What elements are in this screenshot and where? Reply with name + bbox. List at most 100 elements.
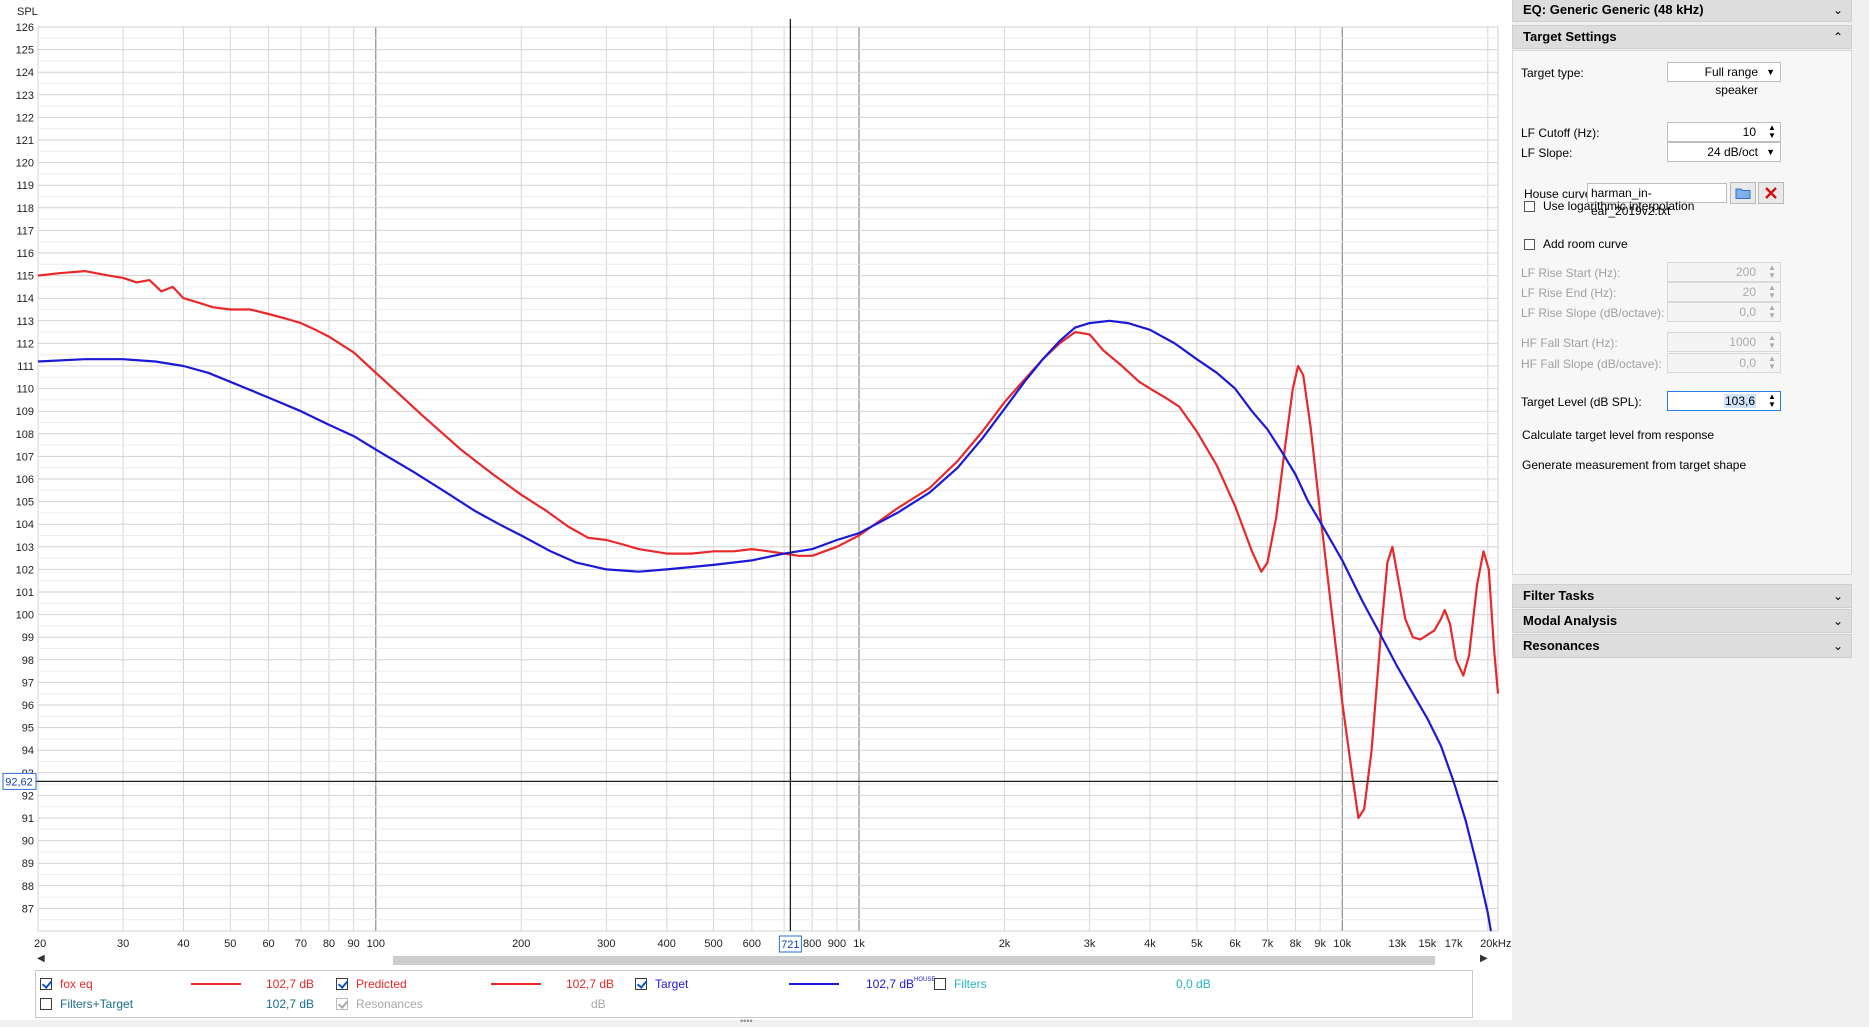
legend-item-fox-eq[interactable]: fox eq <box>40 974 93 994</box>
side-panel: EQ: Generic Generic (48 kHz) ⌄ Target Se… <box>1512 0 1869 1027</box>
spin-arrows-icon[interactable]: ▲ ▼ <box>1767 124 1777 140</box>
scroll-left-icon[interactable]: ◀ <box>37 953 45 964</box>
target-type-select[interactable]: Full range speaker ▼ <box>1667 62 1781 97</box>
scroll-thumb[interactable] <box>393 956 1435 965</box>
fox-eq-checkbox[interactable] <box>40 978 52 990</box>
target-settings-panel: Target type: Full range speaker ▼ LF Cut… <box>1512 50 1852 575</box>
modal-analysis-header[interactable]: Modal Analysis ⌄ <box>1512 609 1852 633</box>
resize-grip[interactable]: •••• <box>0 1016 1512 1027</box>
x-tick-label: 300 <box>597 938 615 950</box>
y-tick-label: 89 <box>22 858 34 870</box>
legend-item-predicted[interactable]: Predicted <box>336 974 407 994</box>
x-tick-label: 15k <box>1419 938 1437 950</box>
lf-slope-value: 24 dB/oct <box>1707 145 1758 159</box>
lf-cutoff-value: 10 <box>1742 125 1756 139</box>
y-tick-label: 97 <box>22 677 34 689</box>
lf-rise-start-value: 200 <box>1735 265 1756 279</box>
legend-label-filters: Filters <box>954 977 987 991</box>
log-interp-checkbox[interactable]: Use logarithmic interpolation <box>1524 199 1694 213</box>
chevron-down-icon: ⌄ <box>1832 3 1843 17</box>
y-tick-label: 102 <box>16 564 34 576</box>
legend-swatch-target <box>789 983 839 985</box>
resonances-header[interactable]: Resonances ⌄ <box>1512 634 1852 658</box>
predicted-checkbox[interactable] <box>336 978 348 990</box>
y-tick-label: 122 <box>16 112 34 124</box>
x-tick-label: 100 <box>367 938 385 950</box>
legend-panel: fox eq 102,7 dB Predicted 102,7 dB Targe… <box>35 970 1473 1018</box>
y-tick-label: 96 <box>22 700 34 712</box>
y-tick-label: 113 <box>16 316 34 328</box>
add-room-box[interactable] <box>1524 238 1535 250</box>
y-axis-label: SPL <box>17 6 38 18</box>
calculate-target-level-button[interactable]: Calculate target level from response <box>1522 428 1714 442</box>
target-level-value[interactable]: 103,6 <box>1723 394 1756 408</box>
y-tick-label: 110 <box>16 384 34 396</box>
lf-cutoff-label: LF Cutoff (Hz): <box>1521 126 1600 140</box>
filter-tasks-header[interactable]: Filter Tasks ⌄ <box>1512 584 1852 608</box>
y-tick-label: 125 <box>16 45 34 57</box>
y-tick-label: 115 <box>16 271 34 283</box>
lf-rise-slope-value: 0,0 <box>1739 305 1756 319</box>
y-tick-label: 116 <box>16 248 34 260</box>
lf-cutoff-spinner[interactable]: 10 ▲ ▼ <box>1667 122 1781 142</box>
x-tick-label: 30 <box>117 938 129 950</box>
legend-value-fox-eq: 102,7 dB <box>266 977 315 991</box>
clear-house-curve-button[interactable] <box>1758 182 1784 204</box>
x-tick-label: 17k <box>1445 938 1463 950</box>
open-folder-button[interactable] <box>1730 182 1756 204</box>
y-tick-label: 99 <box>22 632 34 644</box>
x-tick-label: 900 <box>828 938 846 950</box>
log-interp-label: Use logarithmic interpolation <box>1543 199 1695 213</box>
hf-fall-start-label: HF Fall Start (Hz): <box>1521 336 1618 350</box>
chevron-up-icon: ⌃ <box>1832 30 1843 44</box>
folder-icon <box>1735 188 1751 199</box>
y-tick-label: 108 <box>16 429 34 441</box>
y-tick-label: 120 <box>16 158 34 170</box>
lf-slope-label: LF Slope: <box>1521 146 1573 160</box>
target-level-spinner[interactable]: 103,6 ▲ ▼ <box>1667 391 1781 411</box>
x-tick-label: 800 <box>803 938 821 950</box>
spin-arrows-icon[interactable]: ▲ ▼ <box>1767 393 1777 409</box>
y-tick-label: 92 <box>22 790 34 802</box>
y-tick-label: 101 <box>16 587 34 599</box>
target-checkbox[interactable] <box>635 978 647 990</box>
add-room-curve-checkbox[interactable]: Add room curve <box>1524 237 1628 251</box>
x-tick-label: 60 <box>262 938 274 950</box>
frequency-response-plot[interactable]: 8788899091929394959697989910010110210310… <box>0 0 1512 960</box>
legend-item-filters-target[interactable]: Filters+Target <box>40 994 133 1014</box>
eq-section-header[interactable]: EQ: Generic Generic (48 kHz) ⌄ <box>1512 0 1852 22</box>
x-tick-label: 40 <box>177 938 189 950</box>
scroll-right-icon[interactable]: ▶ <box>1480 953 1488 964</box>
x-tick-label: 1k <box>853 938 865 950</box>
y-tick-label: 117 <box>16 225 34 237</box>
y-tick-label: 112 <box>16 338 34 350</box>
legend-item-target[interactable]: Target <box>635 974 688 994</box>
x-tick-label: 80 <box>323 938 335 950</box>
log-interp-box[interactable] <box>1524 200 1535 212</box>
x-tick-label: 9k <box>1314 938 1326 950</box>
legend-swatch-fox-eq <box>191 983 241 985</box>
target-settings-header[interactable]: Target Settings ⌃ <box>1512 25 1852 49</box>
y-tick-label: 109 <box>16 406 34 418</box>
x-tick-label: 5k <box>1191 938 1203 950</box>
lf-slope-select[interactable]: 24 dB/oct ▼ <box>1667 142 1781 162</box>
legend-item-filters[interactable]: Filters <box>934 974 987 994</box>
legend-value-filters: 0,0 dB <box>1176 977 1211 991</box>
graph-area[interactable]: 8788899091929394959697989910010110210310… <box>0 0 1512 1027</box>
y-tick-label: 107 <box>16 451 34 463</box>
legend-value-filters-target: 102,7 dB <box>266 997 315 1011</box>
target-type-value: Full range speaker <box>1704 65 1758 97</box>
x-tick-label: 6k <box>1229 938 1241 950</box>
y-tick-label: 124 <box>16 67 34 79</box>
lf-rise-start-spinner: 200 ▲ ▼ <box>1667 262 1781 282</box>
filters-checkbox[interactable] <box>934 978 946 990</box>
y-tick-label: 104 <box>16 519 34 531</box>
horizontal-scrollbar[interactable]: ◀ ▶ <box>35 953 1488 967</box>
x-tick-label: 2k <box>999 938 1011 950</box>
lf-rise-start-label: LF Rise Start (Hz): <box>1521 266 1621 280</box>
generate-measurement-button[interactable]: Generate measurement from target shape <box>1522 458 1746 472</box>
filters-target-checkbox[interactable] <box>40 998 52 1010</box>
lf-rise-end-value: 20 <box>1742 285 1756 299</box>
y-tick-label: 126 <box>16 22 34 34</box>
hf-fall-slope-spinner: 0,0 ▲ ▼ <box>1667 353 1781 373</box>
